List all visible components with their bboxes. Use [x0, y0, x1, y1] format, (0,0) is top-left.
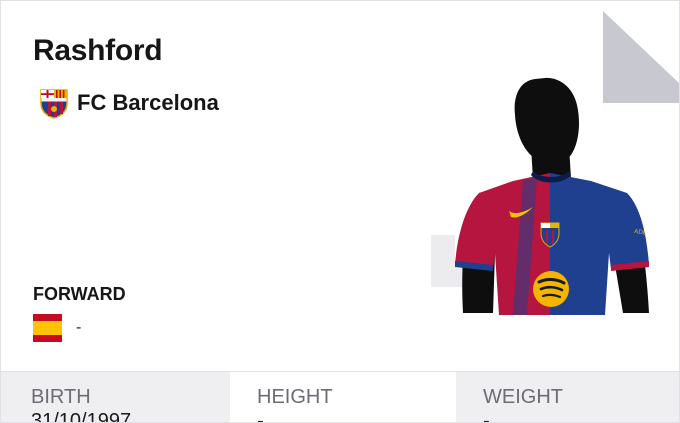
stat-birth-value: 31/10/1997	[31, 410, 132, 423]
nationality-row: -	[33, 314, 81, 342]
stat-weight: WEIGHT -	[456, 372, 679, 423]
stat-birth-label: BIRTH	[31, 386, 91, 408]
position-label: FORWARD	[33, 284, 126, 304]
stat-weight-label: WEIGHT	[483, 386, 563, 408]
player-silhouette-photo: ADL	[455, 77, 649, 315]
player-card: Rashford FC Barcelona ADL FORWARD - BIRT…	[0, 0, 680, 423]
stats-bar: BIRTH 31/10/1997 HEIGHT - WEIGHT -	[1, 371, 679, 423]
stat-height-value: -	[257, 410, 264, 423]
player-name: Rashford	[33, 34, 163, 67]
club-row[interactable]: FC Barcelona	[39, 87, 219, 119]
stat-weight-value: -	[483, 410, 490, 423]
stat-birth: BIRTH 31/10/1997	[1, 372, 230, 423]
club-name: FC Barcelona	[77, 90, 219, 115]
stat-height-label: HEIGHT	[257, 386, 333, 408]
stat-height: HEIGHT -	[230, 372, 456, 423]
fc-barcelona-crest-icon	[40, 89, 68, 119]
nationality-value: -	[76, 319, 82, 336]
spain-flag-icon	[33, 314, 62, 342]
